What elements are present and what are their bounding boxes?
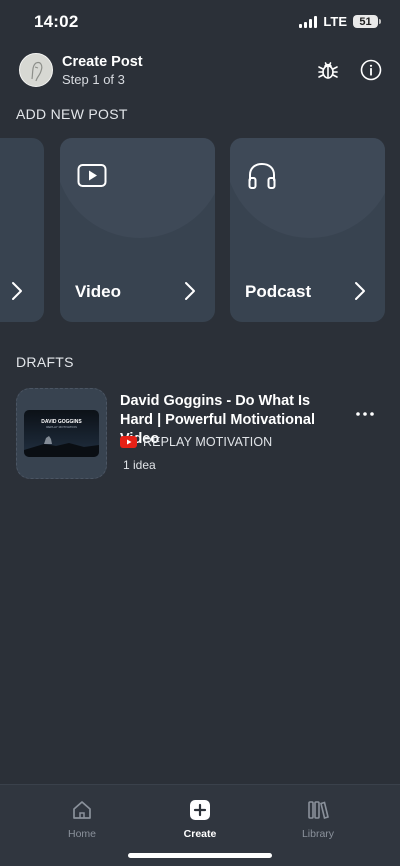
nav-label-create: Create (183, 828, 217, 840)
avatar[interactable] (19, 53, 53, 87)
nav-library[interactable]: Library (278, 799, 358, 840)
page-title: Create Post (62, 54, 143, 70)
status-time: 14:02 (34, 12, 79, 31)
draft-item[interactable]: DAVID GOGGINS REPLAY MOTIVATION David Go… (16, 385, 386, 479)
headphones-icon (248, 162, 276, 189)
library-icon (308, 801, 329, 819)
nav-label-library: Library (301, 828, 335, 840)
post-type-card-partial[interactable] (0, 138, 44, 322)
nav-home[interactable]: Home (42, 799, 122, 840)
header: Create Post Step 1 of 3 (0, 50, 400, 92)
draft-idea-count: 1 idea (123, 458, 156, 472)
draft-thumbnail: DAVID GOGGINS REPLAY MOTIVATION (24, 410, 99, 457)
video-play-icon (77, 164, 107, 187)
card-label-video: Video (75, 282, 121, 301)
network-type: LTE (323, 14, 347, 29)
drafts-heading: DRAFTS (16, 354, 74, 370)
thumbnail-scene (24, 436, 99, 457)
status-bar: 14:02 LTE 51 (0, 0, 400, 44)
more-options-icon[interactable] (354, 409, 376, 419)
draft-source: REPLAY MOTIVATION (143, 435, 273, 449)
draft-source-row: REPLAY MOTIVATION (120, 435, 272, 449)
battery-level: 51 (359, 15, 372, 28)
battery-icon: 51 (353, 15, 381, 28)
home-icon (73, 801, 91, 819)
post-type-card-video[interactable]: Video (60, 138, 215, 322)
chevron-right-icon (355, 282, 365, 300)
home-indicator[interactable] (128, 853, 272, 858)
nav-create[interactable]: Create (160, 799, 240, 840)
avatar-sketch-icon (31, 61, 43, 82)
step-indicator: Step 1 of 3 (62, 72, 125, 87)
post-type-card-podcast[interactable]: Podcast (230, 138, 385, 322)
youtube-icon (120, 436, 137, 448)
bug-icon[interactable] (316, 58, 340, 82)
status-indicators: LTE 51 (299, 14, 381, 29)
add-new-post-heading: ADD NEW POST (16, 106, 128, 122)
signal-icon (299, 15, 318, 28)
nav-label-home: Home (67, 828, 96, 840)
draft-thumbnail-frame: DAVID GOGGINS REPLAY MOTIVATION (16, 388, 107, 479)
card-label-podcast: Podcast (245, 282, 312, 301)
create-post-screen: 14:02 LTE 51 Create Post Step 1 of 3 ADD… (0, 0, 400, 866)
plus-icon (190, 800, 210, 820)
info-icon[interactable] (359, 58, 383, 82)
chevron-right-icon (185, 282, 195, 300)
chevron-right-icon (12, 282, 22, 300)
